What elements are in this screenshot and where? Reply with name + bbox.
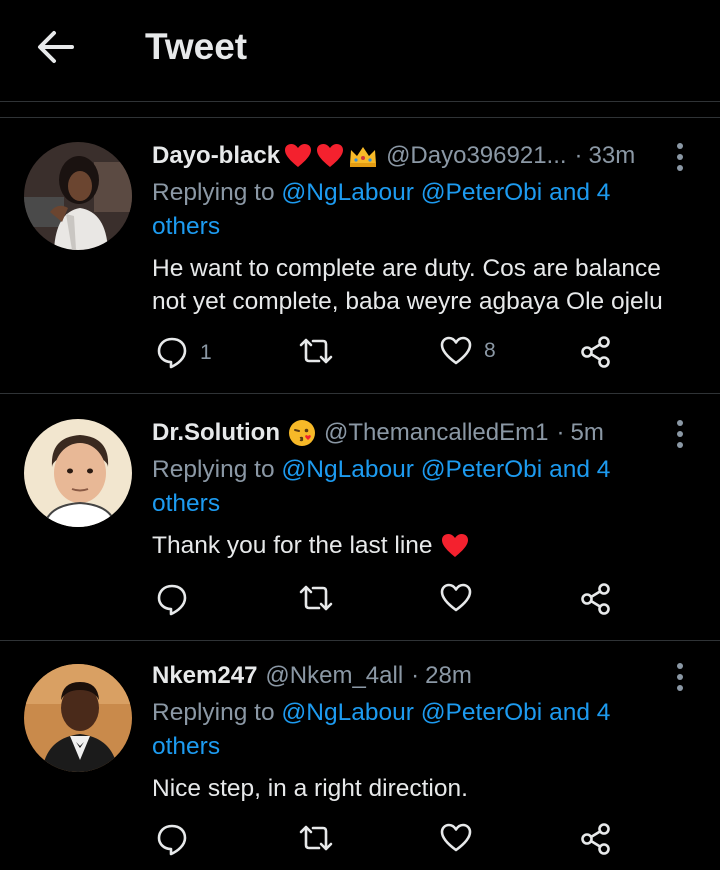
display-name[interactable]: Nkem247 bbox=[152, 662, 257, 690]
divider bbox=[0, 640, 720, 641]
like-button[interactable] bbox=[440, 823, 472, 853]
user-handle[interactable]: @ThemancalledEm1 bbox=[324, 419, 548, 447]
tweet-text-line: Nice step, in a right direction. bbox=[152, 775, 468, 802]
more-icon bbox=[677, 143, 683, 149]
like-icon bbox=[440, 336, 472, 365]
others-link[interactable]: others bbox=[152, 490, 220, 517]
reply-icon bbox=[157, 824, 187, 856]
heart-emoji-icon bbox=[316, 143, 344, 169]
display-name[interactable]: Dayo-black bbox=[152, 142, 280, 170]
replying-to: Replying to @NgLabour @PeterObi and 4 ot… bbox=[152, 696, 652, 764]
mention-link[interactable]: @NgLabour bbox=[281, 179, 413, 206]
replying-to-label: Replying to bbox=[152, 179, 275, 206]
others-link[interactable]: others bbox=[152, 733, 220, 760]
tweet-text: Nice step, in a right direction. bbox=[152, 772, 692, 805]
retweet-button[interactable] bbox=[298, 336, 334, 366]
others-link[interactable]: and 4 bbox=[549, 699, 610, 726]
mention-link[interactable]: @PeterObi bbox=[421, 179, 543, 206]
heart-emoji-icon bbox=[441, 533, 469, 559]
user-handle[interactable]: @Nkem_4all bbox=[265, 662, 403, 690]
tweet-item[interactable]: Nkem247 @Nkem_4all · 28m Replying to @Ng… bbox=[0, 642, 720, 870]
replying-to-label: Replying to bbox=[152, 456, 275, 483]
tweet-actions: 1 8 bbox=[152, 336, 632, 372]
mention-link[interactable]: @NgLabour bbox=[281, 699, 413, 726]
replying-to-label: Replying to bbox=[152, 699, 275, 726]
more-icon bbox=[677, 420, 683, 426]
avatar[interactable] bbox=[24, 142, 132, 250]
separator-dot: · bbox=[574, 142, 583, 169]
reply-button[interactable] bbox=[156, 583, 188, 617]
retweet-button[interactable] bbox=[298, 823, 334, 853]
page-title: Tweet bbox=[145, 26, 248, 67]
replying-to: Replying to @NgLabour @PeterObi and 4 ot… bbox=[152, 176, 652, 244]
timestamp[interactable]: 28m bbox=[425, 662, 472, 690]
more-options-button[interactable] bbox=[668, 140, 692, 174]
share-icon bbox=[581, 823, 610, 855]
like-button[interactable] bbox=[440, 583, 472, 613]
share-button[interactable] bbox=[580, 336, 612, 368]
retweet-icon bbox=[299, 338, 333, 364]
avatar[interactable] bbox=[24, 419, 132, 527]
share-icon bbox=[581, 583, 610, 615]
more-icon bbox=[677, 663, 683, 669]
reply-button[interactable] bbox=[156, 823, 188, 857]
others-link[interactable]: and 4 bbox=[549, 179, 610, 206]
replying-to: Replying to @NgLabour @PeterObi and 4 ot… bbox=[152, 453, 652, 521]
top-bar: Tweet bbox=[0, 0, 720, 102]
tweet-item[interactable]: Dr.Solution @ThemancalledEm1 · 5m Replyi… bbox=[0, 395, 720, 641]
tweet-item[interactable]: Dayo-black @Dayo396921... · 33m Replying… bbox=[0, 118, 720, 394]
mention-link[interactable]: @PeterObi bbox=[421, 456, 543, 483]
retweet-button[interactable] bbox=[298, 583, 334, 613]
tweet-meta: Dayo-black @Dayo396921... · 33m bbox=[152, 142, 635, 170]
like-button[interactable]: 8 bbox=[440, 336, 496, 366]
separator-dot: · bbox=[556, 419, 565, 446]
crown-emoji-icon bbox=[348, 144, 378, 168]
reply-count: 1 bbox=[200, 341, 212, 364]
separator-dot: · bbox=[411, 662, 420, 689]
retweet-icon bbox=[299, 825, 333, 851]
share-button[interactable] bbox=[580, 823, 612, 855]
reply-button[interactable]: 1 bbox=[156, 336, 212, 370]
tweet-meta: Nkem247 @Nkem_4all · 28m bbox=[152, 662, 472, 690]
timestamp[interactable]: 33m bbox=[589, 142, 636, 170]
more-options-button[interactable] bbox=[668, 660, 692, 694]
back-button[interactable] bbox=[32, 24, 78, 70]
display-name[interactable]: Dr.Solution bbox=[152, 419, 280, 447]
share-button[interactable] bbox=[580, 583, 612, 615]
reply-icon bbox=[157, 584, 187, 616]
avatar[interactable] bbox=[24, 664, 132, 772]
kissing-face-emoji-icon bbox=[288, 419, 316, 447]
user-handle[interactable]: @Dayo396921... bbox=[386, 142, 566, 170]
divider bbox=[0, 393, 720, 394]
tweet-text-line: Thank you for the last line bbox=[152, 532, 433, 559]
more-options-button[interactable] bbox=[668, 417, 692, 451]
like-icon bbox=[440, 823, 472, 852]
tweet-actions bbox=[152, 823, 632, 859]
tweet-text-line: not yet complete, baba weyre agbaya Ole … bbox=[152, 288, 663, 315]
retweet-icon bbox=[299, 585, 333, 611]
reply-icon bbox=[157, 337, 187, 369]
like-count: 8 bbox=[484, 339, 496, 362]
tweet-text: Thank you for the last line bbox=[152, 529, 692, 562]
heart-emoji-icon bbox=[284, 143, 312, 169]
back-arrow-icon bbox=[38, 31, 74, 63]
mention-link[interactable]: @NgLabour bbox=[281, 456, 413, 483]
tweet-text-line: He want to complete are duty. Cos are ba… bbox=[152, 255, 661, 282]
others-link[interactable]: and 4 bbox=[549, 456, 610, 483]
timestamp[interactable]: 5m bbox=[570, 419, 603, 447]
tweet-meta: Dr.Solution @ThemancalledEm1 · 5m bbox=[152, 419, 604, 447]
tweet-text: He want to complete are duty. Cos are ba… bbox=[152, 252, 692, 318]
like-icon bbox=[440, 583, 472, 612]
mention-link[interactable]: @PeterObi bbox=[421, 699, 543, 726]
others-link[interactable]: others bbox=[152, 213, 220, 240]
tweet-actions bbox=[152, 583, 632, 619]
share-icon bbox=[581, 336, 610, 368]
